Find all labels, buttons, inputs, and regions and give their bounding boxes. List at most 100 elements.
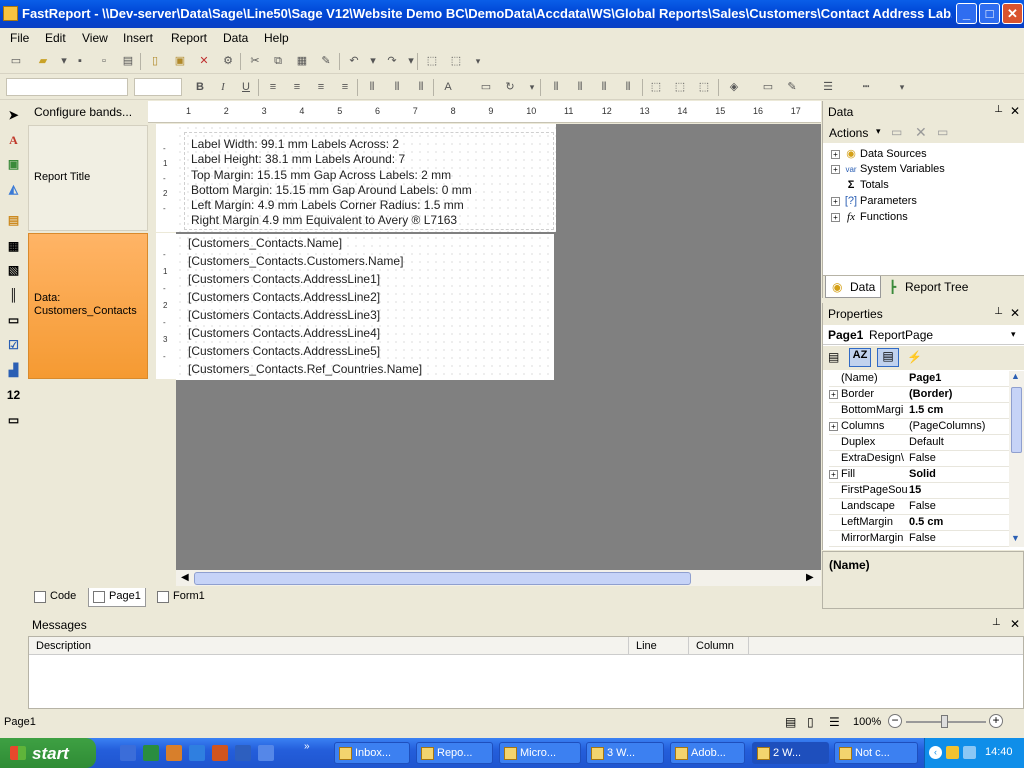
property-value[interactable]: Solid [909, 468, 1009, 480]
highlight-icon[interactable]: ▭ [478, 79, 494, 95]
window-title-bar[interactable]: FastReport - \\Dev-server\Data\Sage\Line… [0, 0, 1024, 28]
tree-totals[interactable]: Σ Totals [844, 179, 889, 191]
tray-network-icon[interactable] [963, 746, 976, 759]
quicklaunch-explorer-icon[interactable] [166, 745, 182, 761]
property-value[interactable]: Default [909, 436, 1009, 448]
property-value[interactable]: False [909, 500, 1009, 512]
richtext-object-icon[interactable]: ▭ [5, 312, 22, 329]
shape-object-icon[interactable]: ◭ [5, 181, 22, 198]
italic-icon[interactable]: I [215, 79, 231, 95]
menu-data[interactable]: Data [223, 31, 248, 45]
barcode-object-icon[interactable]: ║ [5, 287, 22, 304]
view-icon[interactable]: ▭ [937, 125, 948, 139]
zoom-in-icon[interactable]: + [989, 714, 1003, 728]
properties-scroll-thumb[interactable] [1011, 387, 1022, 453]
quicklaunch-expand-icon[interactable]: » [304, 741, 310, 752]
property-value[interactable]: 15 [909, 484, 1009, 496]
property-row[interactable]: ExtraDesign\ False [829, 451, 1009, 467]
property-row[interactable]: FirstPageSou 15 [829, 483, 1009, 499]
close-icon[interactable]: ✕ [1010, 306, 1020, 320]
menu-insert[interactable]: Insert [123, 31, 153, 45]
group-icon[interactable]: ⬚ [424, 53, 440, 69]
property-value[interactable]: 0.5 cm [909, 516, 1009, 528]
close-icon[interactable]: ✕ [1010, 104, 1020, 118]
property-row[interactable]: BottomMargi 1.5 cm [829, 403, 1009, 419]
same-width-icon[interactable]: ⬚ [648, 79, 664, 95]
property-row[interactable]: Landscape False [829, 499, 1009, 515]
border-icon[interactable]: ▭ [760, 79, 776, 95]
quicklaunch-app-icon[interactable] [258, 745, 274, 761]
object-selector[interactable]: Page1 ReportPage ▾ [823, 325, 1024, 345]
ungroup-icon[interactable]: ⬚ [448, 53, 464, 69]
pin-icon[interactable]: ⊥ [992, 617, 1001, 628]
close-icon[interactable]: ✕ [1010, 617, 1020, 631]
expand-icon[interactable]: + [831, 197, 840, 206]
data-field-text-object[interactable]: [Customers Contacts.AddressLine5] [188, 342, 422, 360]
property-row[interactable]: LeftMargin 0.5 cm [829, 515, 1009, 531]
actions-dropdown-icon[interactable]: ▾ [876, 126, 881, 137]
expand-icon[interactable]: + [829, 390, 838, 399]
tray-app-icon[interactable] [946, 746, 959, 759]
view-single-icon[interactable]: ▤ [785, 715, 796, 729]
data-field-text-object[interactable]: [Customers_Contacts.Customers.Name] [188, 252, 422, 270]
align-lefts-icon[interactable]: ⫴ [548, 79, 564, 95]
justify-icon[interactable]: ≡ [337, 79, 353, 95]
quicklaunch-word-icon[interactable] [235, 745, 251, 761]
tab-code[interactable]: Code [30, 588, 80, 607]
chart-object-icon[interactable]: ▟ [5, 362, 22, 379]
pin-icon[interactable]: ⊥ [994, 104, 1003, 115]
property-row[interactable]: + Columns (PageColumns) [829, 419, 1009, 435]
quicklaunch-show-desktop-icon[interactable] [120, 745, 136, 761]
same-height-icon[interactable]: ⬚ [672, 79, 688, 95]
scroll-down-icon[interactable]: ▼ [1011, 533, 1020, 543]
delete-page-icon[interactable]: ✕ [196, 53, 212, 69]
new-dialog-icon[interactable]: ▣ [172, 53, 188, 69]
subreport-object-icon[interactable]: ▤ [5, 212, 22, 229]
configure-bands-button[interactable]: Configure bands... [28, 101, 148, 124]
tray-expand-icon[interactable]: ‹ [929, 746, 942, 759]
align-center-icon[interactable]: ≡ [289, 79, 305, 95]
matrix-object-icon[interactable]: ▧ [5, 262, 22, 279]
menu-edit[interactable]: Edit [45, 31, 66, 45]
data-field-text-object[interactable]: [Customers Contacts.AddressLine1] [188, 270, 422, 288]
property-row[interactable]: Duplex Default [829, 435, 1009, 451]
taskbar-task-button[interactable]: Micro... [499, 742, 581, 764]
expand-icon[interactable]: + [829, 422, 838, 431]
paste-icon[interactable]: ▦ [294, 53, 310, 69]
text-color-icon[interactable]: A [440, 79, 456, 95]
design-canvas[interactable]: Label Width: 99.1 mm Labels Across: 2 Lab… [176, 124, 821, 570]
undo-dropdown-icon[interactable]: ▾ [365, 53, 381, 69]
preview-icon[interactable]: ▤ [120, 53, 136, 69]
minimize-button[interactable]: _ [956, 3, 977, 24]
scroll-left-icon[interactable]: ◀ [181, 572, 189, 583]
undo-icon[interactable]: ↶ [346, 53, 362, 69]
tree-system-variables[interactable]: + var System Variables [831, 163, 945, 175]
tab-page1[interactable]: Page1 [88, 588, 146, 607]
fill-color-icon[interactable]: ◈ [726, 79, 742, 95]
expand-icon[interactable]: + [831, 165, 840, 174]
taskbar-task-button[interactable]: 3 W... [586, 742, 664, 764]
taskbar-task-button[interactable]: Inbox... [334, 742, 410, 764]
property-row[interactable]: + Fill Solid [829, 467, 1009, 483]
align-bottom-icon[interactable]: ⦀ [413, 79, 429, 95]
save-icon[interactable]: ▪ [72, 53, 88, 69]
tab-data[interactable]: ◉ Data [825, 276, 881, 298]
report-title-band-area[interactable]: Label Width: 99.1 mm Labels Across: 2 Lab… [176, 124, 556, 232]
formatting-overflow-icon[interactable]: ▾ [524, 79, 540, 95]
align-top-icon[interactable]: ⦀ [364, 79, 380, 95]
maximize-button[interactable]: □ [979, 3, 1000, 24]
align-rights-icon[interactable]: ⫴ [596, 79, 612, 95]
underline-icon[interactable]: U [238, 79, 254, 95]
page-setup-icon[interactable]: ⚙ [220, 53, 236, 69]
tree-data-sources[interactable]: + ◉ Data Sources [831, 147, 927, 160]
data-field-text-object[interactable]: [Customers_Contacts.Name] [188, 234, 422, 252]
open-dropdown-icon[interactable]: ▾ [56, 53, 72, 69]
data-field-text-object[interactable]: [Customers_Contacts.Ref_Countries.Name] [188, 360, 422, 378]
zipcode-object-icon[interactable]: 12 [5, 387, 22, 404]
menu-file[interactable]: File [10, 31, 29, 45]
align-centers-icon[interactable]: ⫴ [572, 79, 588, 95]
redo-icon[interactable]: ↷ [384, 53, 400, 69]
open-icon[interactable]: ▰ [35, 53, 51, 69]
scrollbar-thumb[interactable] [194, 572, 691, 585]
data-field-text-object[interactable]: [Customers Contacts.AddressLine3] [188, 306, 422, 324]
